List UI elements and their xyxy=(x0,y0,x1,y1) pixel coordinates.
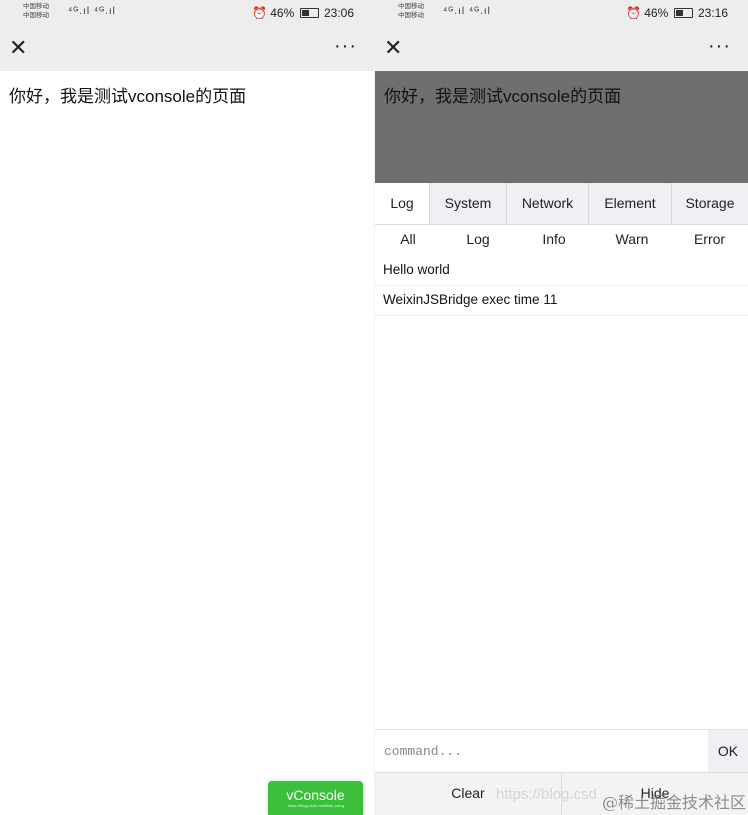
close-icon[interactable]: ✕ xyxy=(384,35,402,61)
battery-icon xyxy=(673,8,693,18)
webview-nav-bar: ✕ ··· xyxy=(375,26,748,71)
hide-button[interactable]: Hide xyxy=(562,773,748,815)
carrier-labels: 中国移动 中国移动 xyxy=(398,2,424,20)
vconsole-watermark: https://blog.csdn.net/Miss_liang xyxy=(288,803,344,808)
command-input[interactable] xyxy=(375,730,709,772)
battery-icon xyxy=(299,8,319,18)
vconsole-footer: Clear Hide xyxy=(375,772,748,815)
filter-all[interactable]: All xyxy=(375,225,441,257)
phone-screen-left: 中国移动 中国移动 ⁴ᴳ.ıl ⁴ᴳ.ıl ⏰ 46% 23:06 ✕ ··· … xyxy=(0,0,374,815)
alarm-icon: ⏰ xyxy=(251,6,267,20)
carrier-labels: 中国移动 中国移动 xyxy=(23,2,49,20)
tab-storage[interactable]: Storage xyxy=(672,183,748,224)
carrier-label-1: 中国移动 xyxy=(398,3,424,10)
vconsole-tab-bar: Log System Network Element Storage xyxy=(375,183,748,225)
clear-button[interactable]: Clear xyxy=(375,773,562,815)
close-icon[interactable]: ✕ xyxy=(9,35,27,61)
tab-network[interactable]: Network xyxy=(507,183,589,224)
more-icon[interactable]: ··· xyxy=(708,36,731,56)
battery-percent: 46% xyxy=(270,6,295,20)
page-heading: 你好，我是测试vconsole的页面 xyxy=(9,87,247,106)
clock-time: 23:16 xyxy=(697,6,728,20)
command-row: OK xyxy=(375,729,748,773)
status-bar: 中国移动 中国移动 ⁴ᴳ.ıl ⁴ᴳ.ıl ⏰ 46% 23:06 xyxy=(0,0,374,26)
log-entry: WeixinJSBridge exec time 11 xyxy=(375,286,748,316)
status-right: ⏰ 46% 23:16 xyxy=(626,6,728,20)
phone-screen-right: 中国移动 中国移动 ⁴ᴳ.ıl ⁴ᴳ.ıl ⏰ 46% 23:16 ✕ ··· … xyxy=(375,0,748,815)
carrier-label-1: 中国移动 xyxy=(23,3,49,10)
signal-icon: ⁴ᴳ.ıl ⁴ᴳ.ıl xyxy=(68,6,116,17)
more-icon[interactable]: ··· xyxy=(334,36,357,56)
ok-button[interactable]: OK xyxy=(708,730,748,772)
signal-icon: ⁴ᴳ.ıl ⁴ᴳ.ıl xyxy=(443,6,491,17)
log-entry: Hello world xyxy=(375,256,748,286)
carrier-label-2: 中国移动 xyxy=(398,12,424,19)
vconsole-button[interactable]: vConsole https://blog.csdn.net/Miss_lian… xyxy=(268,781,363,815)
clock-time: 23:06 xyxy=(323,6,354,20)
filter-error[interactable]: Error xyxy=(671,225,748,257)
filter-warn[interactable]: Warn xyxy=(593,225,671,257)
filter-info[interactable]: Info xyxy=(515,225,593,257)
tab-system[interactable]: System xyxy=(430,183,507,224)
vconsole-button-label: vConsole xyxy=(286,787,345,803)
battery-percent: 46% xyxy=(644,6,669,20)
tab-element[interactable]: Element xyxy=(589,183,672,224)
log-filter-bar: All Log Info Warn Error xyxy=(375,225,748,258)
status-right: ⏰ 46% 23:06 xyxy=(252,6,354,20)
status-bar: 中国移动 中国移动 ⁴ᴳ.ıl ⁴ᴳ.ıl ⏰ 46% 23:16 xyxy=(375,0,748,26)
tab-log[interactable]: Log xyxy=(375,183,430,224)
page-heading: 你好，我是测试vconsole的页面 xyxy=(384,87,622,106)
alarm-icon: ⏰ xyxy=(625,6,641,20)
carrier-label-2: 中国移动 xyxy=(23,12,49,19)
filter-log[interactable]: Log xyxy=(441,225,515,257)
webview-nav-bar: ✕ ··· xyxy=(0,26,374,71)
